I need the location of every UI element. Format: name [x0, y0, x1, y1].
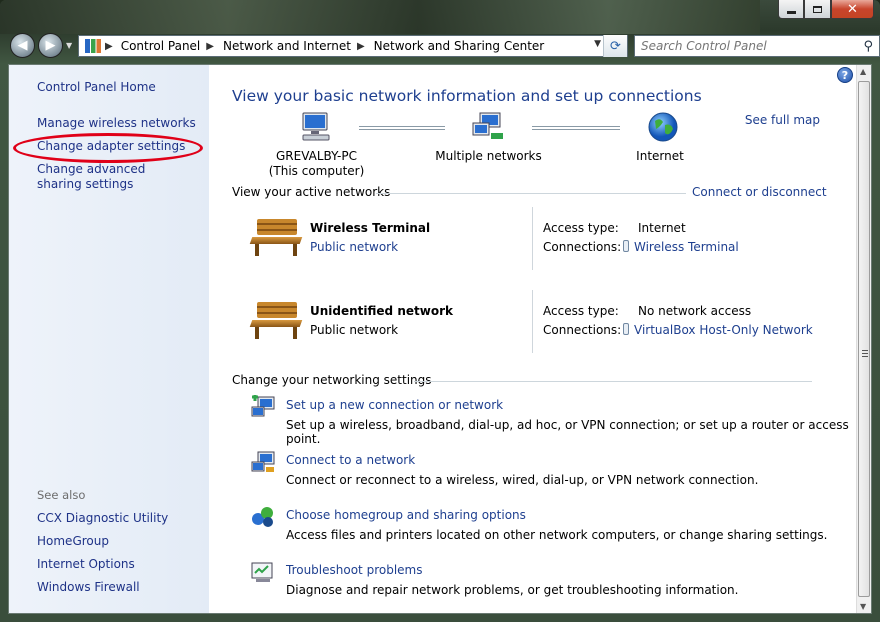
- window: ✕ ◀ ▶ ▼ ▶ Control Panel ▶ Network and In…: [0, 0, 880, 622]
- chevron-right-icon[interactable]: ▶: [105, 41, 113, 52]
- back-arrow-icon: ◀: [17, 38, 28, 53]
- forward-arrow-icon: ▶: [45, 38, 56, 53]
- multiple-networks-label: Multiple networks: [435, 149, 542, 163]
- forward-button[interactable]: ▶: [38, 33, 63, 58]
- access-type-value: No network access: [638, 304, 752, 318]
- network-adapter-icon: [623, 323, 629, 335]
- left-task-pane: Control Panel Home Manage wireless netwo…: [9, 65, 209, 613]
- networking-settings-heading: Change your networking settings: [232, 373, 432, 387]
- divider: [532, 290, 533, 353]
- access-type-label: Access type:: [543, 221, 619, 235]
- breadcrumb-network-and-sharing-center[interactable]: Network and Sharing Center: [374, 39, 545, 53]
- map-connector-line: [532, 126, 620, 130]
- content-area: Control Panel Home Manage wireless netwo…: [8, 64, 872, 614]
- see-also-heading: See also: [37, 488, 86, 502]
- search-box[interactable]: ⚲: [634, 35, 880, 57]
- wireless-signal-icon: [623, 240, 629, 252]
- computer-icon[interactable]: [297, 111, 333, 143]
- title-bar: [0, 0, 760, 34]
- troubleshoot-problems-link[interactable]: Troubleshoot problems: [286, 563, 422, 578]
- scroll-up-icon[interactable]: ▲: [860, 67, 866, 76]
- connection-name: Wireless Terminal: [634, 240, 739, 254]
- network-name: Unidentified network: [310, 304, 453, 318]
- network-type-link[interactable]: Public network: [310, 240, 398, 254]
- breadcrumb-network-and-internet[interactable]: Network and Internet: [223, 39, 351, 53]
- manage-wireless-networks-link[interactable]: Manage wireless networks: [37, 116, 196, 131]
- minimize-icon: [786, 10, 796, 14]
- divider: [376, 193, 686, 194]
- navigation-bar: ◀ ▶ ▼ ▶ Control Panel ▶ Network and Inte…: [8, 33, 880, 59]
- network-type: Public network: [310, 323, 399, 337]
- active-networks-heading: View your active networks: [232, 185, 391, 199]
- divider: [532, 207, 533, 270]
- internet-label: Internet: [636, 149, 684, 163]
- control-panel-icon: [85, 39, 101, 53]
- breadcrumb-control-panel[interactable]: Control Panel: [121, 39, 201, 53]
- search-icon[interactable]: ⚲: [863, 39, 873, 54]
- internet-options-link[interactable]: Internet Options: [37, 557, 135, 572]
- see-full-map-link[interactable]: See full map: [745, 113, 820, 128]
- maximize-icon: [813, 5, 822, 13]
- troubleshoot-icon[interactable]: [250, 560, 276, 584]
- maximize-button[interactable]: [804, 0, 831, 19]
- scrollbar-thumb[interactable]: [858, 81, 870, 597]
- map-connector-line: [359, 126, 445, 130]
- task-description: Connect or reconnect to a wireless, wire…: [286, 473, 759, 487]
- new-connection-icon[interactable]: [250, 395, 276, 419]
- internet-globe-icon[interactable]: [647, 111, 679, 143]
- task-description: Diagnose and repair network problems, or…: [286, 583, 739, 597]
- change-advanced-sharing-settings-link[interactable]: Change advanced sharing settings: [37, 162, 187, 192]
- public-network-bench-icon: [249, 300, 303, 340]
- connect-to-network-icon[interactable]: [250, 450, 276, 474]
- setup-connection-link[interactable]: Set up a new connection or network: [286, 398, 503, 413]
- connections-label: Connections:: [543, 240, 622, 254]
- main-pane: View your basic network information and …: [209, 65, 857, 613]
- network-name: Wireless Terminal: [310, 221, 431, 235]
- ccx-diagnostic-utility-link[interactable]: CCX Diagnostic Utility: [37, 511, 168, 526]
- change-adapter-settings-link[interactable]: Change adapter settings: [37, 139, 185, 154]
- address-bar[interactable]: ▶ Control Panel ▶ Network and Internet ▶…: [78, 35, 628, 57]
- computer-name: GREVALBY-PC: [276, 149, 357, 163]
- homegroup-sharing-options-link[interactable]: Choose homegroup and sharing options: [286, 508, 526, 523]
- task-description: Access files and printers located on oth…: [286, 528, 828, 542]
- public-network-bench-icon[interactable]: [249, 217, 303, 257]
- help-icon: ?: [841, 68, 849, 82]
- chevron-right-icon[interactable]: ▶: [206, 41, 214, 52]
- history-dropdown-icon[interactable]: ▼: [66, 41, 74, 51]
- computer-subtitle: (This computer): [268, 164, 365, 178]
- connection-link[interactable]: Wireless Terminal: [623, 240, 739, 254]
- connection-name: VirtualBox Host-Only Network: [634, 323, 813, 337]
- connections-label: Connections:: [543, 323, 622, 337]
- address-dropdown-icon[interactable]: ▼: [594, 39, 601, 49]
- close-button[interactable]: ✕: [831, 0, 874, 19]
- search-input[interactable]: [641, 39, 851, 53]
- homegroup-link[interactable]: HomeGroup: [37, 534, 109, 549]
- minimize-button[interactable]: [778, 0, 804, 19]
- multiple-networks-icon[interactable]: [471, 111, 507, 143]
- homegroup-icon[interactable]: [250, 505, 276, 529]
- connection-link[interactable]: VirtualBox Host-Only Network: [623, 323, 813, 337]
- chevron-right-icon[interactable]: ▶: [357, 41, 365, 52]
- connect-or-disconnect-link[interactable]: Connect or disconnect: [692, 185, 827, 200]
- this-computer-label: GREVALBY-PC (This computer): [259, 149, 374, 179]
- window-controls: ✕: [778, 0, 874, 19]
- divider: [414, 381, 812, 382]
- refresh-icon: ⟳: [610, 38, 621, 54]
- page-title: View your basic network information and …: [232, 87, 702, 105]
- task-description: Set up a wireless, broadband, dial-up, a…: [286, 418, 849, 446]
- control-panel-home-link[interactable]: Control Panel Home: [37, 80, 156, 95]
- windows-firewall-link[interactable]: Windows Firewall: [37, 580, 140, 595]
- back-button[interactable]: ◀: [10, 33, 35, 58]
- close-icon: ✕: [847, 1, 858, 17]
- help-button[interactable]: ?: [837, 67, 853, 83]
- scroll-down-icon[interactable]: ▼: [860, 602, 866, 611]
- connect-to-network-link[interactable]: Connect to a network: [286, 453, 415, 468]
- grip-icon: [862, 350, 868, 358]
- access-type-label: Access type:: [543, 304, 619, 318]
- access-type-value: Internet: [638, 221, 686, 235]
- breadcrumb: Control Panel ▶ Network and Internet ▶ N…: [121, 39, 545, 53]
- refresh-button[interactable]: ⟳: [603, 35, 627, 57]
- vertical-scrollbar[interactable]: ▲ ▼: [856, 65, 871, 613]
